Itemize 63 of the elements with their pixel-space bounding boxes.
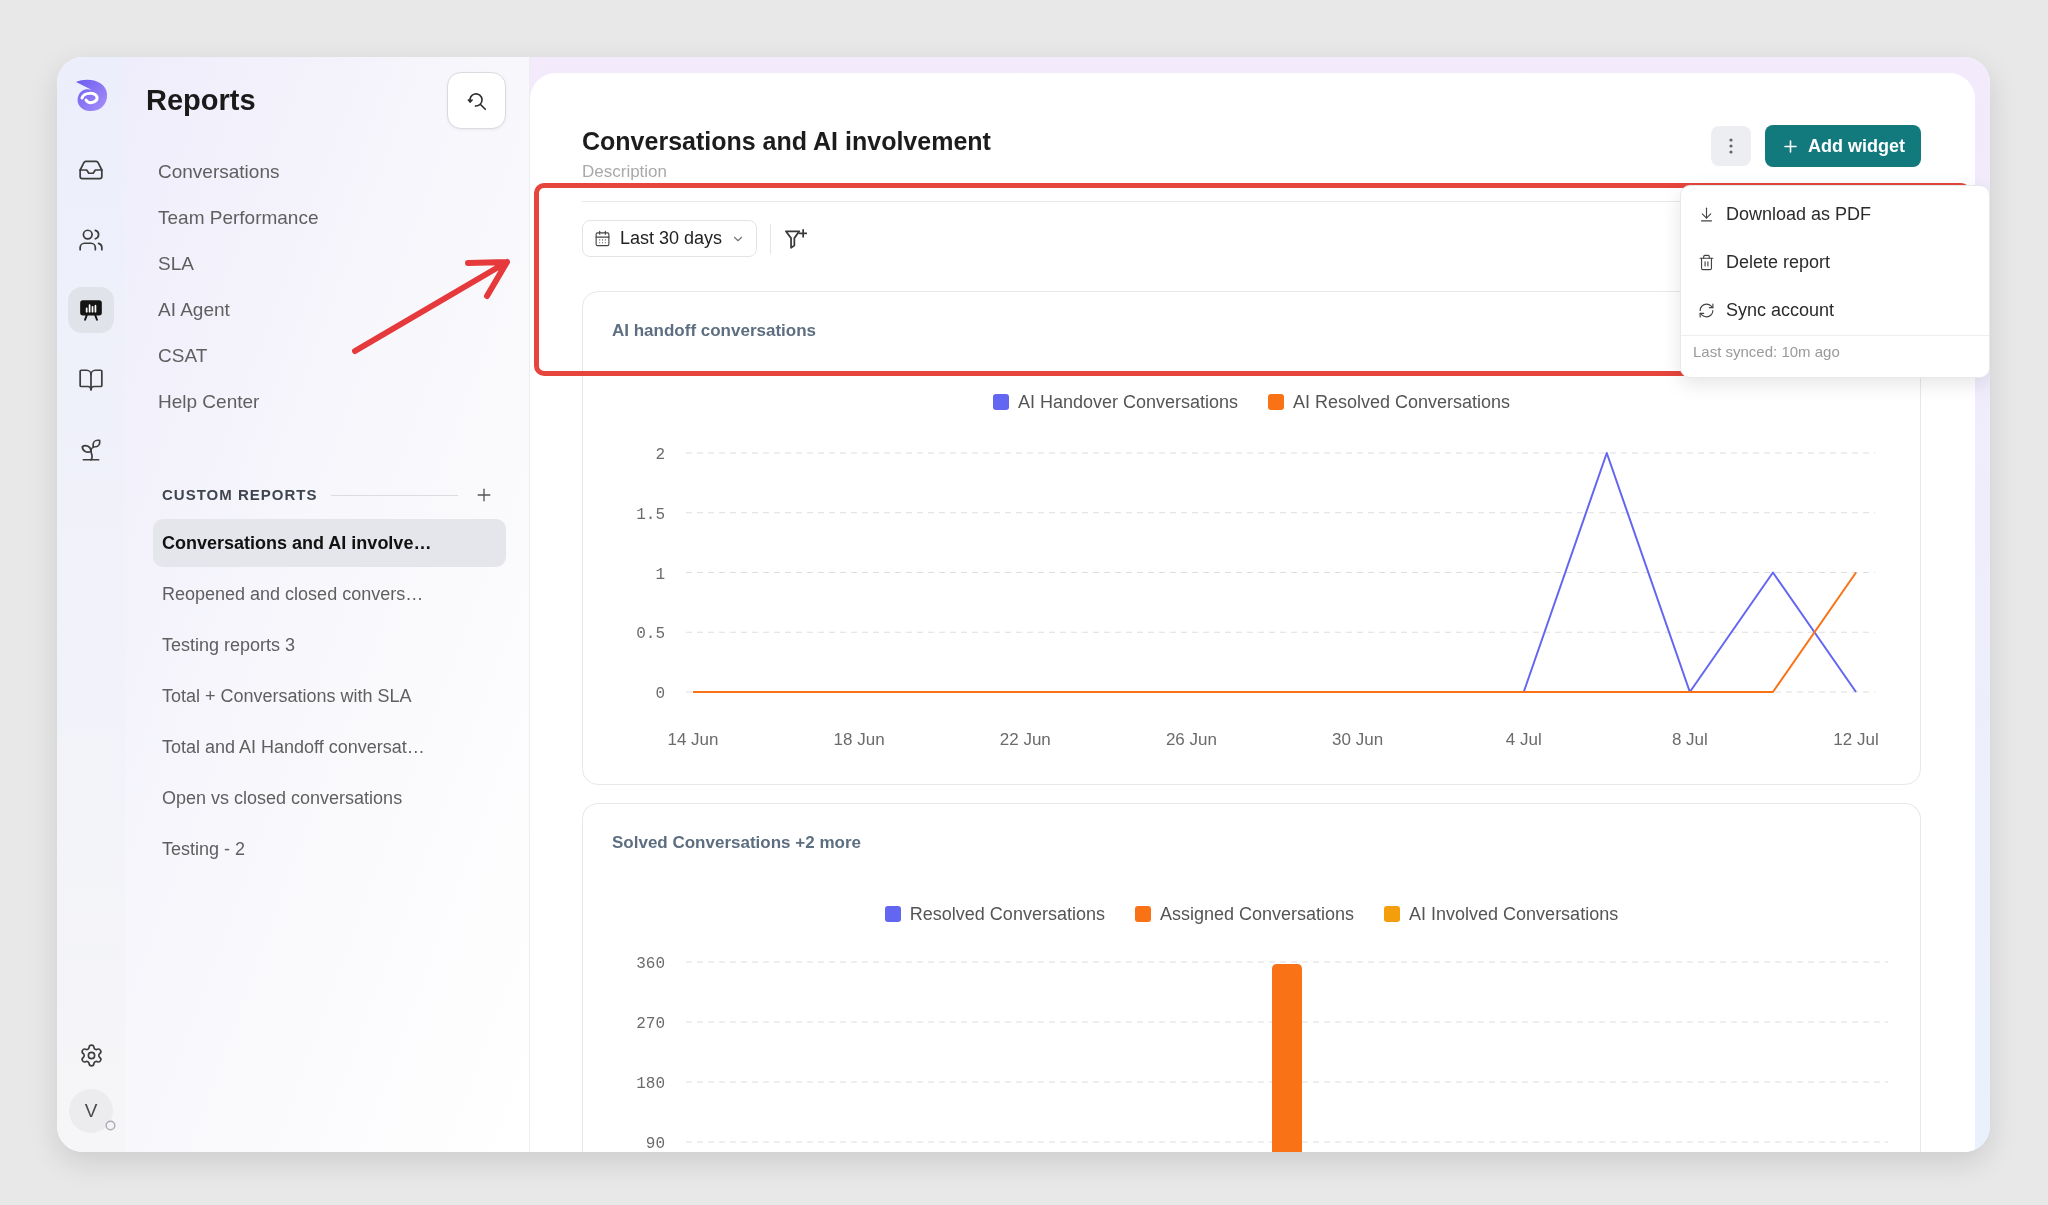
filter-add-icon [785, 228, 808, 249]
nav-item[interactable]: CSAT [153, 333, 213, 379]
report-item[interactable]: Testing - 2 [153, 825, 506, 873]
nav-item[interactable]: SLA [153, 241, 199, 287]
report-item[interactable]: Total and AI Handoff conversat… [153, 723, 506, 771]
axis-tick-label: 4 Jul [1505, 730, 1542, 749]
report-title: Conversations and AI involvement [582, 126, 991, 157]
search-button[interactable] [447, 72, 506, 129]
axis-tick-label: 0 [655, 685, 665, 703]
more-icon [1729, 138, 1733, 154]
axis-tick-label: 180 [636, 1075, 665, 1093]
axis-tick-label: 12 Jul [1833, 730, 1879, 749]
sprout-icon [78, 437, 104, 463]
menu-item[interactable]: Sync account [1681, 286, 1989, 334]
add-widget-button[interactable]: Add widget [1765, 125, 1921, 167]
legend-label: Assigned Conversations [1159, 903, 1355, 925]
axis-tick-label: 26 Jun [1165, 730, 1217, 749]
book-icon [78, 367, 104, 393]
sidebar-title: Reports [146, 82, 256, 118]
report-description: Description [582, 162, 669, 182]
legend-label: AI Resolved Conversations [1293, 391, 1511, 413]
legend-label: AI Handover Conversations [1017, 391, 1238, 413]
date-range-dropdown[interactable]: Last 30 days [582, 220, 758, 257]
calendar-icon [594, 230, 611, 247]
legend-label: AI Involved Conversations [1409, 903, 1619, 925]
report-item[interactable]: Open vs closed conversations [153, 774, 506, 822]
chart-board-icon [78, 297, 104, 323]
axis-tick-label: 0.5 [636, 625, 665, 644]
rail-button[interactable] [68, 287, 114, 333]
menu-item[interactable]: Download as PDF [1681, 190, 1989, 238]
settings-icon [78, 1042, 104, 1068]
status-ring-icon [105, 1120, 116, 1131]
axis-tick-label: 1 [655, 565, 665, 584]
nav-item[interactable]: Help Center [153, 379, 265, 425]
nav-item[interactable]: Conversations [153, 149, 285, 195]
sync-status: Last synced: 10m ago [1693, 342, 1840, 363]
nav-item[interactable]: AI Agent [153, 287, 235, 333]
axis-tick-label: 30 Jun [1332, 730, 1384, 749]
axis-tick-label: 14 Jun [667, 730, 719, 749]
axis-tick-label: 8 Jul [1671, 730, 1708, 749]
download-icon [1698, 205, 1715, 223]
section-heading: CUSTOM REPORTS [162, 484, 318, 505]
axis-tick-label: 360 [636, 955, 665, 973]
trash-icon [1698, 253, 1715, 271]
axis-tick-label: 22 Jun [999, 730, 1051, 749]
report-item[interactable]: Total + Conversations with SLA [153, 672, 506, 720]
chart-title: AI handoff conversations [612, 320, 818, 342]
legend-label: Resolved Conversations [909, 903, 1105, 925]
axis-tick-label: 90 [645, 1135, 665, 1152]
axis-tick-label: 1.5 [636, 505, 665, 524]
report-item[interactable]: Reopened and closed convers… [153, 570, 506, 618]
axis-tick-label: 270 [636, 1015, 665, 1033]
menu-item[interactable]: Delete report [1681, 238, 1989, 286]
axis-tick-label: 2 [655, 446, 665, 464]
chart-title: Solved Conversations +2 more [612, 832, 862, 854]
inbox-icon [78, 157, 104, 183]
nav-item[interactable]: Team Performance [153, 195, 324, 241]
report-item[interactable]: Conversations and AI involve… [153, 519, 506, 567]
refresh-icon [1698, 301, 1715, 319]
people-icon [78, 227, 104, 253]
avatar-button[interactable]: V [69, 1089, 113, 1133]
report-item[interactable]: Testing reports 3 [153, 621, 506, 669]
axis-tick-label: 18 Jun [833, 730, 885, 749]
